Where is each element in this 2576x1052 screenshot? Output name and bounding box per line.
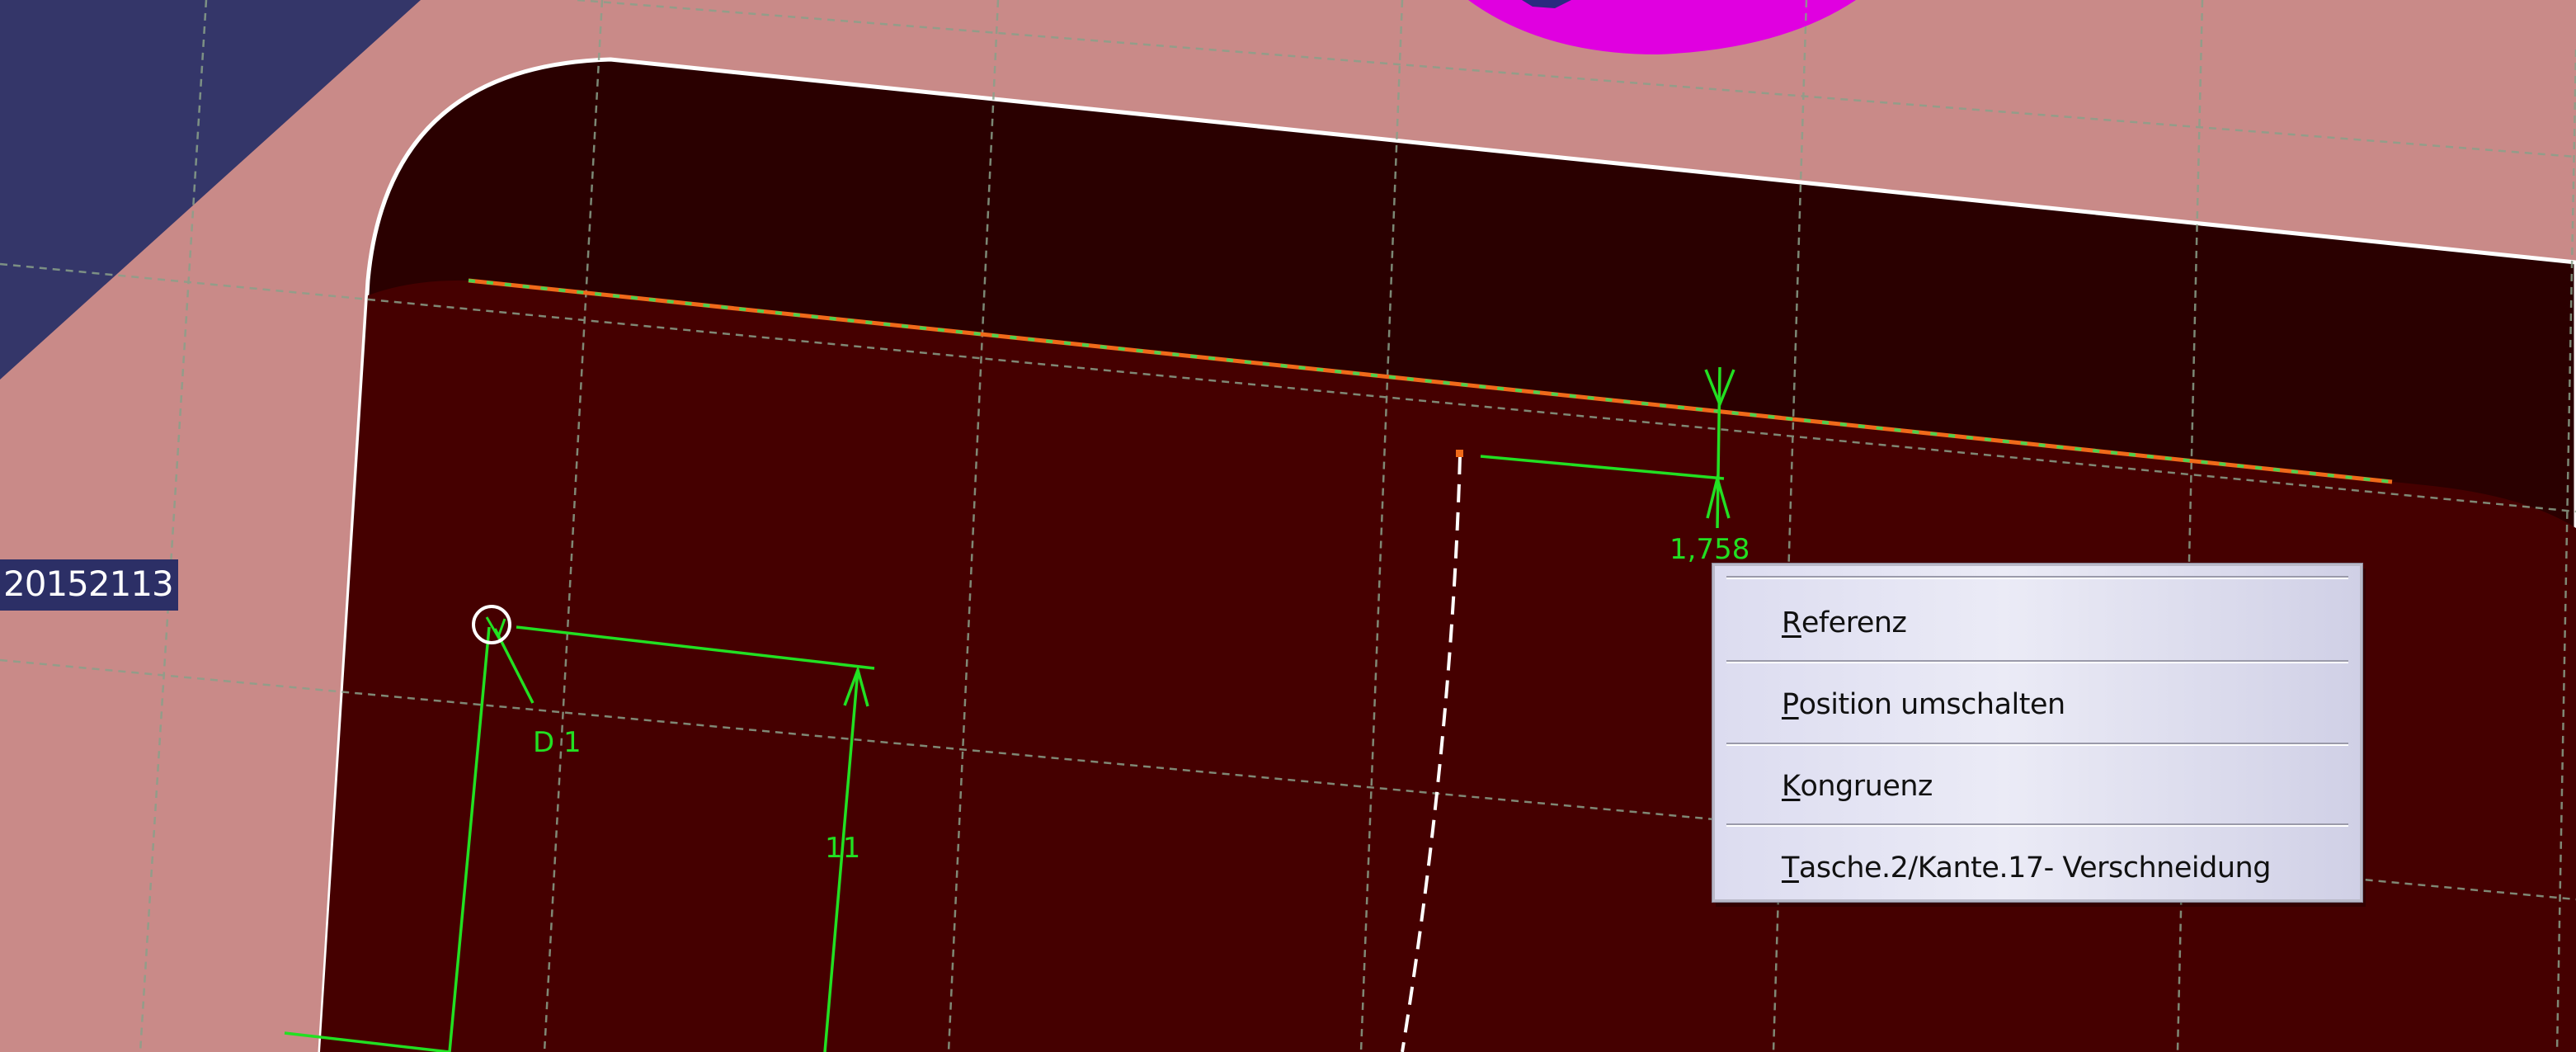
construction-point[interactable] — [1456, 450, 1463, 457]
menu-item-label: osition umschalten — [1798, 688, 2066, 721]
menu-separator — [1726, 743, 2348, 746]
part-number-label[interactable]: 20152113 — [0, 559, 178, 611]
menu-separator — [1726, 576, 2348, 579]
menu-separator — [1726, 660, 2348, 663]
menu-item-mnemonic: K — [1782, 770, 1801, 803]
dimension-height-value[interactable]: 11 — [825, 832, 860, 865]
menu-item-position-umschalten[interactable]: Position umschalten — [1717, 666, 2357, 743]
menu-item-referenz[interactable]: Referenz — [1717, 584, 2357, 662]
menu-item-mnemonic: T — [1782, 852, 1799, 885]
menu-item-mnemonic: R — [1782, 606, 1801, 639]
menu-item-kongruenz[interactable]: Kongruenz — [1717, 748, 2357, 825]
constraint-d1-label[interactable]: D 1 — [533, 726, 582, 759]
menu-item-label: ongruenz — [1800, 770, 1933, 803]
menu-item-tasche-kante-verschneidung[interactable]: Tasche.2/Kante.17- Verschneidung — [1717, 829, 2357, 907]
menu-separator — [1726, 823, 2348, 827]
menu-item-label: eferenz — [1801, 606, 1907, 639]
menu-item-mnemonic: P — [1782, 688, 1799, 721]
dimension-offset-value[interactable]: 1,758 — [1669, 533, 1750, 566]
menu-item-label: asche.2/Kante.17- Verschneidung — [1798, 852, 2272, 885]
context-menu: Referenz Position umschalten Kongruenz T… — [1712, 564, 2362, 902]
